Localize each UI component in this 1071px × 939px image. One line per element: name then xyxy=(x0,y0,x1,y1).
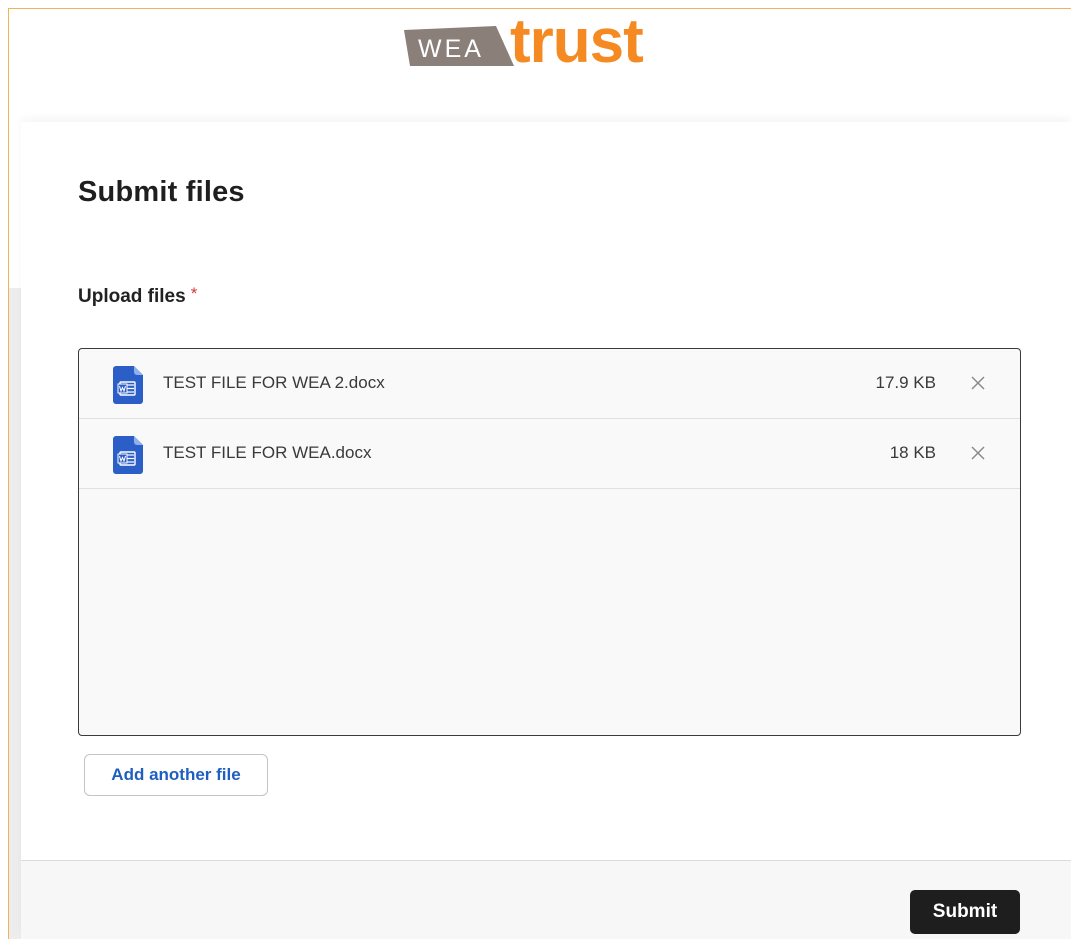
file-name: TEST FILE FOR WEA 2.docx xyxy=(163,373,385,392)
file-size: 18 KB xyxy=(889,443,936,462)
page: WEA trust Submit files Upload files * TE… xyxy=(0,0,1071,939)
file-size: 17.9 KB xyxy=(875,373,937,392)
remove-file-icon[interactable] xyxy=(970,445,986,461)
file-list[interactable]: TEST FILE FOR WEA 2.docx 17.9 KB TEST FI… xyxy=(78,348,1021,736)
file-row: TEST FILE FOR WEA.docx 18 KB xyxy=(79,419,1020,489)
form-footer: Submit xyxy=(21,860,1071,939)
upload-files-label-text: Upload files xyxy=(78,286,186,307)
word-doc-icon xyxy=(113,366,143,404)
submit-files-card: Submit files Upload files * TEST FILE FOR… xyxy=(21,122,1071,939)
logo-wea-text: WEA xyxy=(418,35,484,63)
remove-file-icon[interactable] xyxy=(970,375,986,391)
weatrust-logo: WEA trust xyxy=(404,8,644,70)
file-row: TEST FILE FOR WEA 2.docx 17.9 KB xyxy=(79,349,1020,419)
logo-trust-text: trust xyxy=(510,8,643,70)
left-gutter xyxy=(9,288,21,939)
word-doc-icon xyxy=(113,436,143,474)
required-marker: * xyxy=(190,284,198,303)
upload-files-label: Upload files * xyxy=(78,284,198,308)
submit-button[interactable]: Submit xyxy=(910,890,1020,934)
add-another-file-button[interactable]: Add another file xyxy=(84,754,268,796)
file-name: TEST FILE FOR WEA.docx xyxy=(163,443,372,462)
page-title: Submit files xyxy=(78,176,245,208)
